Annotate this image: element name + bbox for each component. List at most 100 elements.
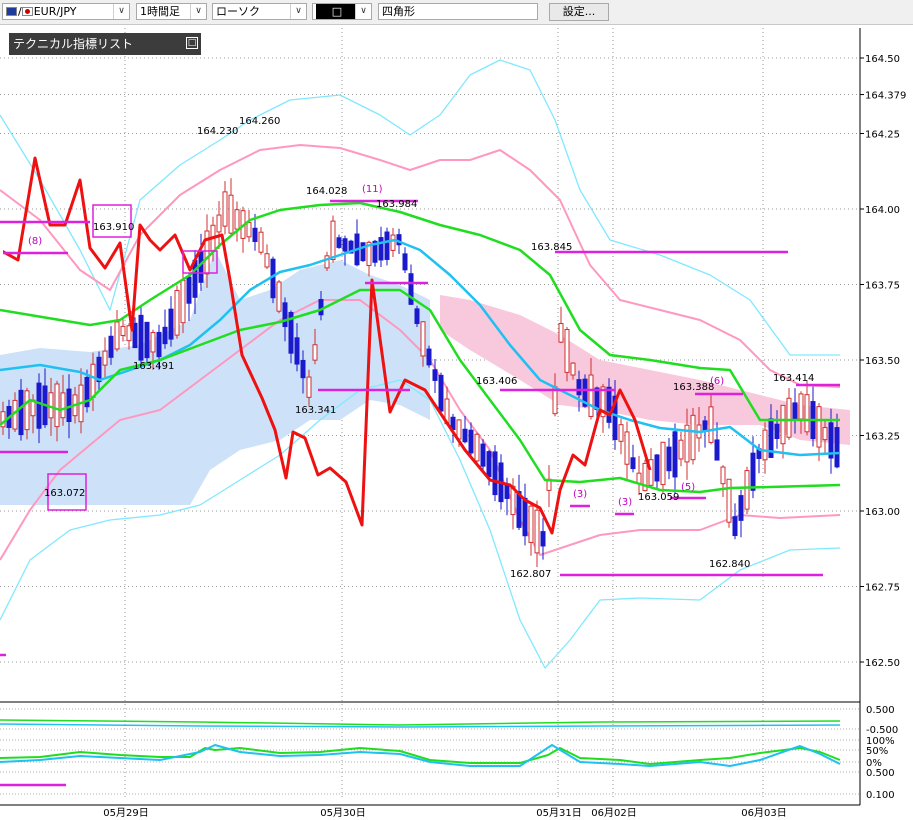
- candle-bull: [24, 390, 30, 431]
- candle-bear: [156, 331, 162, 358]
- price-label: 163.910: [93, 222, 134, 233]
- candle-bull: [306, 376, 312, 398]
- candle-bull: [822, 427, 828, 441]
- candle-bear: [432, 369, 438, 381]
- candle-bull: [780, 404, 786, 445]
- candle-bull: [216, 214, 222, 233]
- candle-bear: [630, 457, 636, 470]
- candle-bull: [726, 478, 732, 523]
- price-tick-label: 164.25: [865, 130, 900, 141]
- candle-bull: [420, 321, 426, 357]
- candle-bear: [342, 238, 348, 252]
- candle-bear: [540, 531, 546, 547]
- price-label: 163.406: [476, 376, 517, 387]
- price-tick-label: 163.50: [865, 356, 900, 367]
- price-label: 163.059: [638, 492, 679, 503]
- price-tick-label: 164.00: [865, 205, 900, 216]
- candle-bear: [402, 253, 408, 271]
- candle-bull: [816, 406, 822, 448]
- edge-mask: [0, 242, 3, 262]
- candle-bull: [390, 234, 396, 251]
- candle-bear: [138, 314, 144, 361]
- candle-bull: [60, 392, 66, 419]
- price-label: 164.260: [239, 116, 280, 127]
- candle-bear: [318, 299, 324, 316]
- candle-bear: [732, 516, 738, 537]
- date-tick-label: 06月03日: [741, 807, 786, 819]
- price-tick-label: 164.379: [865, 91, 906, 102]
- candle-bear: [36, 382, 42, 429]
- candle-bull: [564, 329, 570, 373]
- candle-bull: [174, 289, 180, 336]
- candle-bear: [384, 231, 390, 260]
- candle-bull: [222, 191, 228, 227]
- count-label: (6): [710, 376, 724, 387]
- candle-bear: [360, 242, 366, 262]
- candle-bull: [456, 419, 462, 440]
- candle-bear: [252, 227, 258, 242]
- price-axis: 164.50 164.379 164.25 164.00 163.75 163.50 163…: [860, 54, 906, 669]
- candle-bull: [678, 439, 684, 460]
- candle-bear: [426, 348, 432, 366]
- candle-bear: [486, 451, 492, 478]
- candle-bear: [750, 452, 756, 491]
- panel-toggle-icon[interactable]: □: [186, 37, 198, 49]
- candle-bull: [312, 344, 318, 361]
- candle-bull: [330, 220, 336, 261]
- candle-bull: [744, 470, 750, 510]
- candle-bear: [294, 337, 300, 365]
- count-label: (3): [573, 489, 587, 500]
- candle-bear: [468, 429, 474, 454]
- candle-bear: [492, 451, 498, 496]
- candle-bull: [528, 505, 534, 543]
- candle-bear: [576, 379, 582, 396]
- candle-bull: [720, 466, 726, 485]
- candle-bull: [708, 406, 714, 443]
- count-label: (5): [681, 482, 695, 493]
- price-label: 163.491: [133, 361, 174, 372]
- candle-bear: [300, 359, 306, 379]
- candle-bear: [438, 374, 444, 412]
- date-tick-label: 05月29日: [103, 807, 148, 819]
- candle-bull: [246, 222, 252, 238]
- osc-label: 0.100: [866, 790, 895, 801]
- candle-bull: [804, 394, 810, 433]
- candle-bull: [690, 414, 696, 461]
- price-label: 164.028: [306, 186, 347, 197]
- candle-bear: [186, 276, 192, 304]
- candle-bear: [168, 308, 174, 340]
- price-tick-label: 164.50: [865, 54, 900, 65]
- candle-bull: [234, 209, 240, 230]
- candle-bull: [624, 431, 630, 465]
- candle-bull: [228, 194, 234, 234]
- candle-bear: [108, 335, 114, 358]
- candle-bear: [504, 483, 510, 499]
- candle-bull: [786, 397, 792, 438]
- candle-bull: [660, 441, 666, 486]
- candle-bear: [18, 389, 24, 436]
- price-label: 163.072: [44, 488, 85, 499]
- candle-bull: [798, 393, 804, 420]
- date-tick-label: 05月31日: [536, 807, 581, 819]
- price-label: 163.341: [295, 405, 336, 416]
- price-label: 164.230: [197, 126, 238, 137]
- candle-bull: [570, 362, 576, 376]
- candle-bull: [618, 424, 624, 442]
- candle-bear: [378, 237, 384, 261]
- osc-label: 0.500: [866, 705, 895, 716]
- candle-bear: [654, 454, 660, 482]
- candle-bear: [480, 443, 486, 467]
- count-label: (11): [362, 184, 383, 195]
- price-tick-label: 163.00: [865, 507, 900, 518]
- candle-bull: [180, 279, 186, 324]
- candle-bear: [162, 326, 168, 345]
- indicator-list-panel[interactable]: テクニカル指標リスト □: [9, 33, 201, 55]
- candle-bull: [102, 350, 108, 366]
- candle-bear: [606, 386, 612, 423]
- candle-bear: [144, 321, 150, 359]
- osc-label: 0.500: [866, 768, 895, 779]
- candle-bear: [522, 497, 528, 537]
- price-chart[interactable]: 164.230164.260 164.028 163.984 163.910 163.8…: [0, 0, 913, 820]
- count-label: (3): [618, 497, 632, 508]
- candle-bull: [474, 433, 480, 462]
